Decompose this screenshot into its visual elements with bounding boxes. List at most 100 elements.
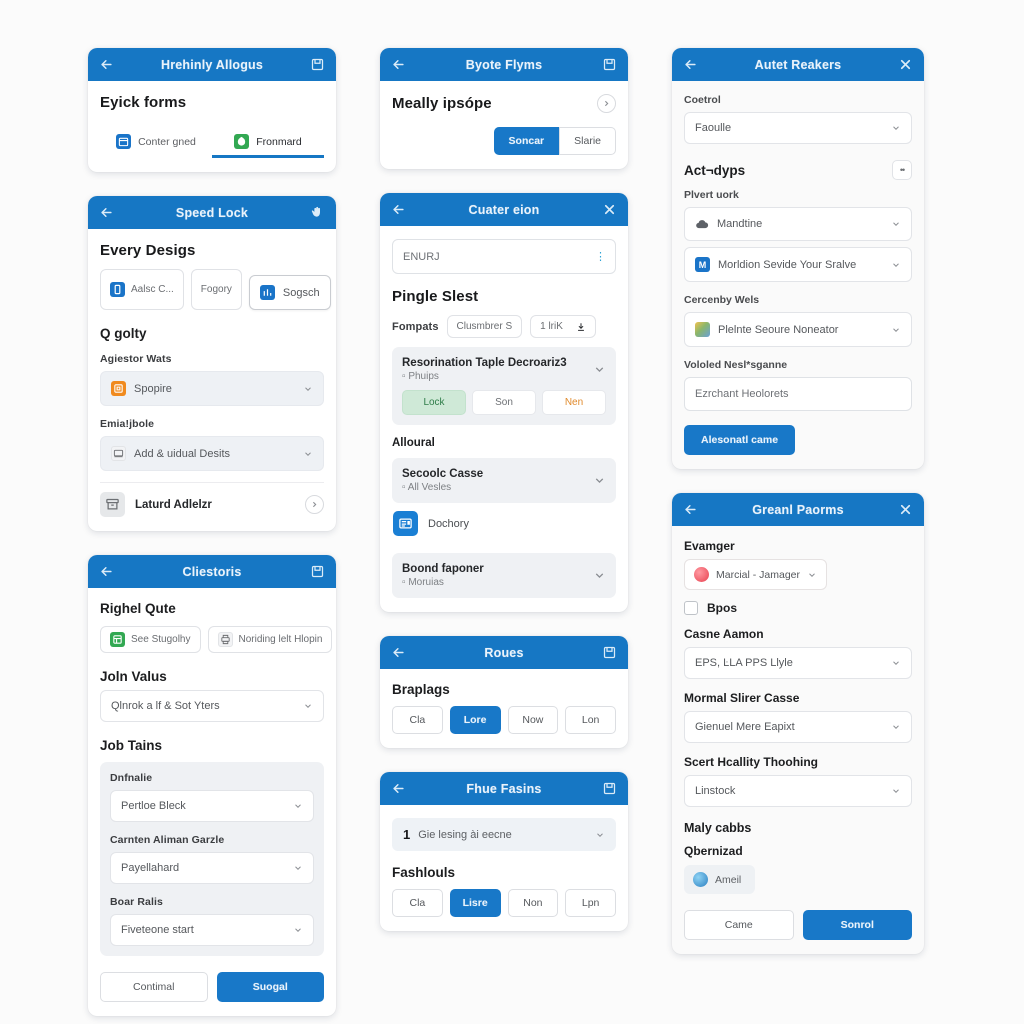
back-arrow-icon[interactable] xyxy=(390,201,407,218)
card-title: Cuater eion xyxy=(468,202,540,217)
back-arrow-icon[interactable] xyxy=(390,780,407,797)
save-icon[interactable] xyxy=(309,56,326,73)
back-arrow-icon[interactable] xyxy=(682,501,699,518)
chart-icon xyxy=(259,285,275,300)
chevron-down-icon xyxy=(891,219,901,229)
option-cla[interactable]: Cla xyxy=(392,889,443,917)
chevron-right-icon[interactable] xyxy=(597,94,616,113)
option-lpn[interactable]: Lpn xyxy=(565,889,616,917)
submit-button[interactable]: Alesonatl came xyxy=(684,425,796,455)
archive-icon xyxy=(100,492,125,517)
chevron-down-icon xyxy=(891,658,901,668)
group-header[interactable]: Boond faponer ▫ Moruias xyxy=(402,563,606,588)
option-cla[interactable]: Cla xyxy=(392,706,443,734)
chip-1-lrik[interactable]: 1 lriK xyxy=(530,315,596,338)
tab-conter-gned[interactable]: Conter gned xyxy=(100,127,212,158)
submit-button[interactable]: Sonrol xyxy=(802,910,912,940)
stepper-row[interactable]: 1 Gie lesing ài eecne xyxy=(392,818,616,851)
segment-control: Lock Son Nen xyxy=(402,390,606,415)
back-arrow-icon[interactable] xyxy=(682,56,699,73)
select-carnten-aliman[interactable]: Payellahard xyxy=(110,852,314,884)
select-plelnte-seoure[interactable]: Plelnte Seoure Noneator xyxy=(684,312,912,347)
submit-button[interactable]: Suogal xyxy=(216,972,324,1002)
select-morldion-sevide[interactable]: M Morldion Sevide Your Sralve xyxy=(684,247,912,282)
save-icon[interactable] xyxy=(601,780,618,797)
group-title: Resorination Taple Decroariz3 xyxy=(402,357,567,369)
option-lisre[interactable]: Lisre xyxy=(449,889,501,917)
cancel-button[interactable]: Came xyxy=(684,910,794,940)
chip-label: Sogsch xyxy=(282,286,320,299)
select-casne-aamon[interactable]: EPS, ĿLA PPS Llyle xyxy=(684,647,912,679)
card-title: Speed Lock xyxy=(175,205,249,220)
option-non[interactable]: Non xyxy=(507,889,559,917)
card-body: Meally ipsópe Soncar Slarie xyxy=(380,81,628,169)
chevron-down-icon[interactable] xyxy=(593,569,606,582)
chevron-down-icon[interactable] xyxy=(593,363,606,376)
checkbox-icon[interactable] xyxy=(684,601,698,615)
back-arrow-icon[interactable] xyxy=(390,56,407,73)
download-icon xyxy=(576,322,586,332)
checkbox-row[interactable]: Bpos xyxy=(684,601,912,615)
chevron-down-icon xyxy=(891,123,901,133)
select-agiestor-wats[interactable]: Spopire xyxy=(100,371,324,406)
back-arrow-icon[interactable] xyxy=(98,56,115,73)
segment-nen[interactable]: Nen xyxy=(542,390,606,415)
chevron-right-icon[interactable] xyxy=(305,495,324,514)
select-linstock[interactable]: Linstock xyxy=(684,775,912,807)
segment-son[interactable]: Son xyxy=(472,390,536,415)
mockup-board: Hrehinly Allogus Eyick forms Conter gned xyxy=(0,0,1024,1024)
select-mormal-slirer[interactable]: Gienuel Mere Eapixt xyxy=(684,711,912,743)
chip-label: See Stugolhy xyxy=(131,634,191,645)
list-item-label: Dochory xyxy=(428,517,469,530)
field-label: Mormal Slirer Casse xyxy=(684,691,800,705)
back-arrow-icon[interactable] xyxy=(390,644,407,661)
chip-clusmbrers[interactable]: Clusmbrer S xyxy=(446,315,523,338)
close-icon[interactable] xyxy=(897,56,914,73)
select-mandtine[interactable]: Mandtine xyxy=(684,207,912,241)
tab-fronmard[interactable]: Fronmard xyxy=(212,127,324,158)
save-icon[interactable] xyxy=(309,563,326,580)
select-boar-ralis[interactable]: Fiveteone start xyxy=(110,914,314,946)
tag-ameil[interactable]: Ameil xyxy=(684,865,756,894)
list-item-dochory[interactable]: Dochory xyxy=(392,503,616,544)
chip-label: Fogory xyxy=(200,284,232,295)
option-now[interactable]: Now xyxy=(507,706,559,734)
chevron-down-icon[interactable] xyxy=(593,474,606,487)
primary-button[interactable]: Soncar xyxy=(493,127,560,155)
segment-lock[interactable]: Lock xyxy=(402,390,466,415)
chip-aalsc[interactable]: Aalsc C... xyxy=(100,269,184,310)
close-icon[interactable] xyxy=(601,201,618,218)
list-item[interactable]: Laturd Adlelzr xyxy=(100,492,324,517)
filter-label: Fompats xyxy=(392,320,439,333)
select-joln-valus[interactable]: Qlnrok a lf & Sot Yters xyxy=(100,690,324,722)
chip-fogory[interactable]: Fogory xyxy=(190,269,242,310)
back-arrow-icon[interactable] xyxy=(98,563,115,580)
field-label: Coetrol xyxy=(684,94,721,106)
group-header[interactable]: Secoolc Casse ▫ All Vesles xyxy=(402,468,606,493)
more-icon[interactable]: •• xyxy=(892,160,912,180)
search-input[interactable]: ENURJ ⋮ xyxy=(392,239,616,274)
chip-noriding-hlopin[interactable]: Noriding lelt Hlopin xyxy=(207,626,333,653)
back-arrow-icon[interactable] xyxy=(98,204,115,221)
calendar-icon xyxy=(116,134,132,149)
chip-see-stugolhy[interactable]: See Stugolhy xyxy=(100,626,201,653)
select-dnfnalie[interactable]: Pertloe Bleck xyxy=(110,790,314,822)
select-marcial-jamager[interactable]: Marcial - Jamager xyxy=(684,559,828,590)
secondary-button[interactable]: Slarie xyxy=(559,127,616,155)
field-label: Emia!jbole xyxy=(100,418,155,430)
close-icon[interactable] xyxy=(897,501,914,518)
chevron-down-icon xyxy=(293,801,303,811)
hand-icon[interactable] xyxy=(309,204,326,221)
cancel-button[interactable]: Contimal xyxy=(100,972,208,1002)
option-lon[interactable]: Lon xyxy=(565,706,616,734)
select-value: Spopire xyxy=(134,382,172,395)
select-coetrol[interactable]: Faoulle xyxy=(684,112,912,144)
save-icon[interactable] xyxy=(601,56,618,73)
card-flue-fasins: Fhue Fasins 1 Gie lesing ài eecne Fashlo… xyxy=(380,772,628,931)
chip-sogsch[interactable]: Sogsch xyxy=(248,275,331,310)
group-header[interactable]: Resorination Taple Decroariz3 ▫ Phuips xyxy=(402,357,606,382)
select-add-visual-desits[interactable]: Add & uidual Desits xyxy=(100,436,324,471)
option-lore[interactable]: Lore xyxy=(449,706,501,734)
text-input-ezrchant[interactable]: Ezrchant Heolorets xyxy=(684,377,912,411)
save-icon[interactable] xyxy=(601,644,618,661)
